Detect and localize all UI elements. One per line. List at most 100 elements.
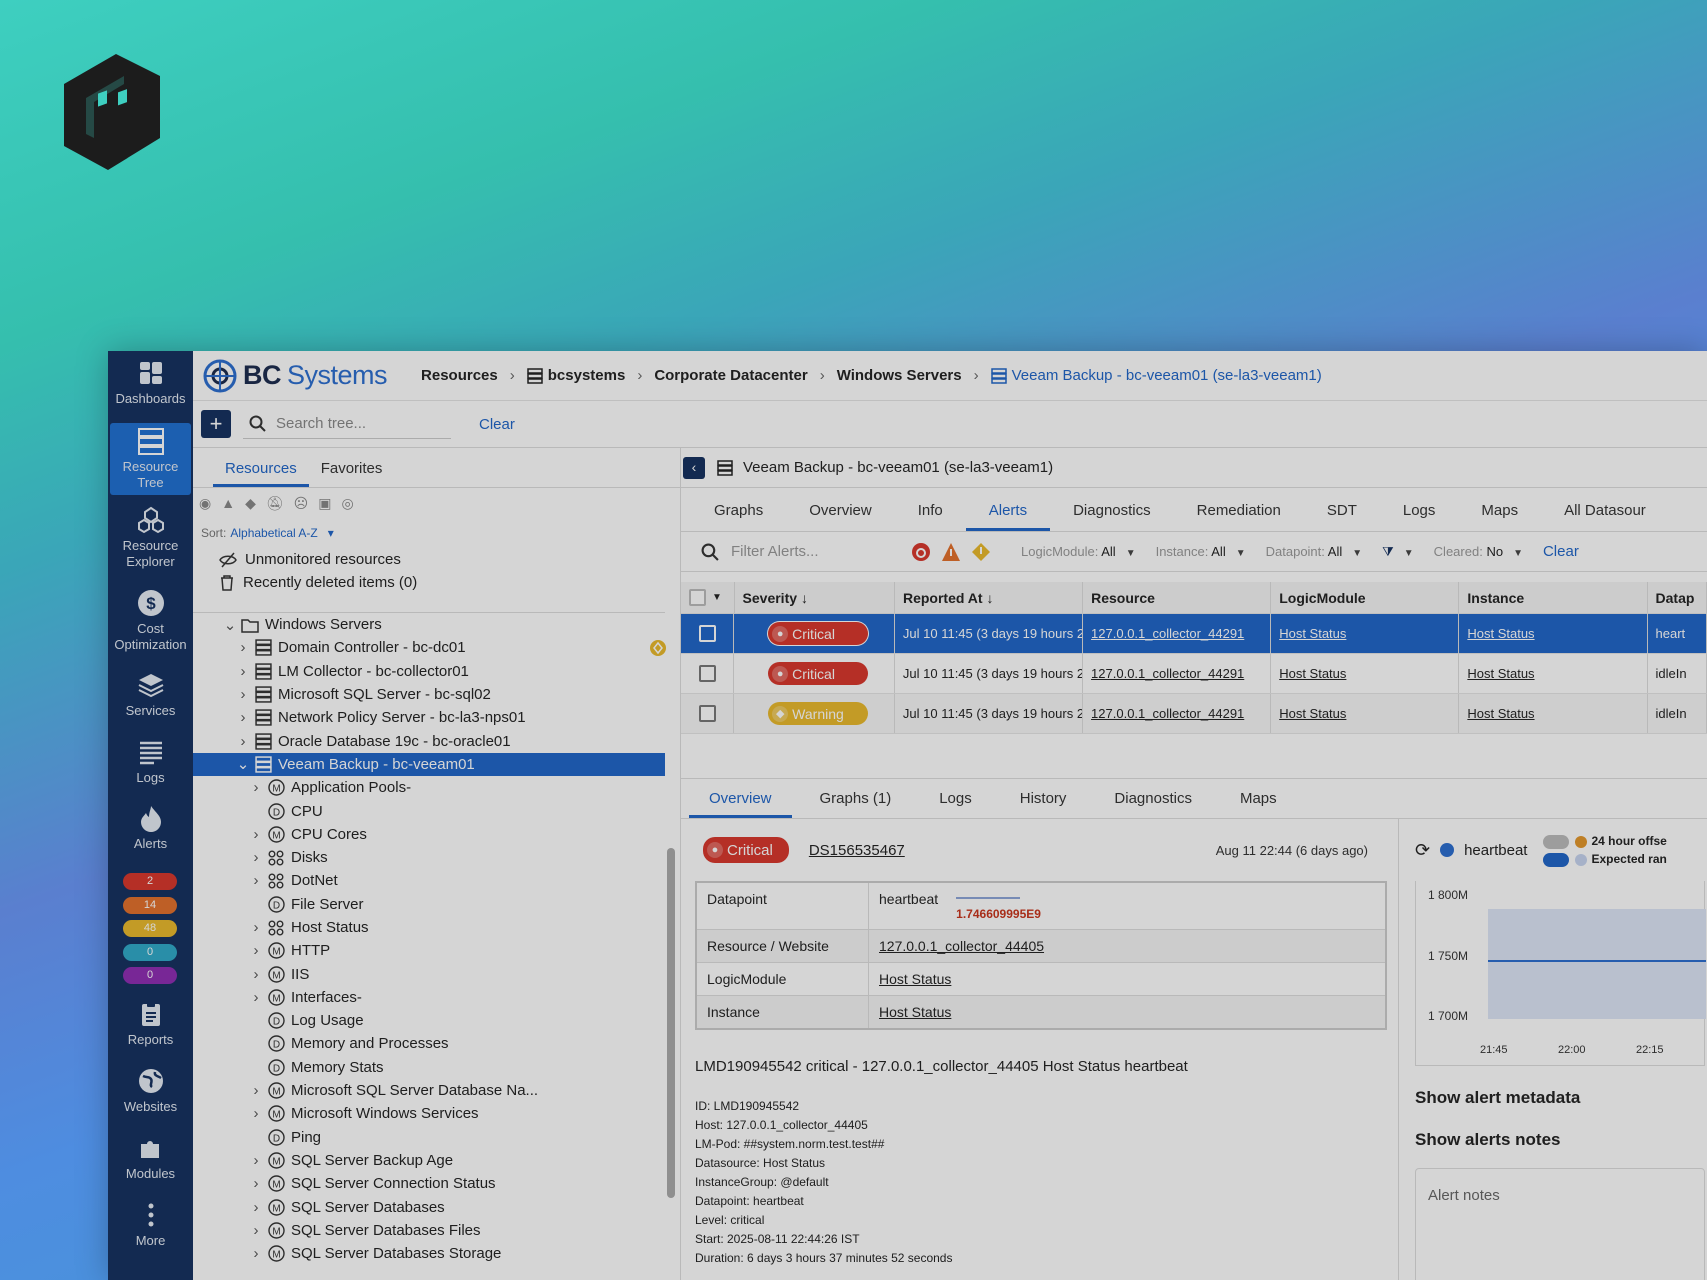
property-value-link[interactable]: 127.0.0.1_collector_44405	[869, 930, 1385, 962]
tree-search[interactable]: Search tree...	[243, 409, 451, 439]
chevron-right-icon[interactable]: ›	[249, 1199, 263, 1216]
tree-node[interactable]: › M SQL Server Connection Status	[193, 1172, 665, 1195]
nav-dollar[interactable]: $ Cost Optimization	[110, 589, 191, 653]
chevron-right-icon[interactable]: ›	[236, 663, 250, 680]
show-alert-notes-link[interactable]: Show alerts notes	[1415, 1130, 1707, 1150]
detail-tab-diagnostics[interactable]: Diagnostics	[1094, 779, 1212, 818]
alert-count-badge[interactable]: 0	[123, 967, 177, 984]
error-filter-icon[interactable]: ◆	[245, 495, 256, 512]
advanced-filter-button[interactable]: ⧩ ▼	[1382, 544, 1414, 560]
offset-toggle[interactable]	[1543, 834, 1570, 849]
tree-node[interactable]: › M SQL Server Databases Storage	[193, 1242, 665, 1265]
module-cell[interactable]: Host Status	[1271, 694, 1460, 733]
chevron-right-icon[interactable]: ›	[249, 1222, 263, 1239]
chevron-down-icon[interactable]: ⌄	[236, 755, 250, 773]
nav-logs[interactable]: Logs	[110, 738, 191, 786]
error-severity-toggle-icon[interactable]	[941, 542, 961, 562]
row-checkbox[interactable]	[698, 625, 716, 642]
refresh-icon[interactable]: ⟳	[1415, 840, 1430, 861]
nav-resource-explorer[interactable]: Resource Explorer	[110, 506, 191, 570]
tab-maps[interactable]: Maps	[1458, 488, 1541, 531]
nav-flame[interactable]: Alerts	[110, 804, 191, 852]
instance-cell[interactable]: Host Status	[1459, 694, 1648, 733]
property-value-link[interactable]: Host Status	[869, 963, 1385, 995]
column-header[interactable]: Instance	[1459, 582, 1648, 613]
breadcrumb-current[interactable]: Veeam Backup - bc-veeam01 (se-la3-veeam1…	[1012, 367, 1322, 384]
module-link[interactable]: Host Status	[1279, 626, 1346, 641]
sort-arrow-icon[interactable]: ↓	[987, 590, 994, 606]
chevron-right-icon[interactable]: ›	[249, 1245, 263, 1262]
resource-link[interactable]: 127.0.0.1_collector_44291	[1091, 666, 1244, 681]
tab-diagnostics[interactable]: Diagnostics	[1050, 488, 1174, 531]
detail-tab-maps[interactable]: Maps	[1220, 779, 1297, 818]
tab-graphs[interactable]: Graphs	[691, 488, 786, 531]
instance-link[interactable]: Host Status	[1467, 706, 1534, 721]
chevron-right-icon[interactable]: ›	[249, 1152, 263, 1169]
nav-dashboard[interactable]: Dashboards	[110, 359, 191, 407]
nav-resource-tree[interactable]: Resource Tree	[110, 423, 191, 495]
tree-node[interactable]: ⌄ Veeam Backup - bc-veeam01	[193, 752, 665, 777]
tab-resources[interactable]: Resources	[213, 448, 309, 487]
property-value-link[interactable]: Host Status	[869, 996, 1385, 1028]
tree-node[interactable]: › DotNet	[193, 869, 665, 892]
column-header[interactable]: Reported At ↓	[895, 582, 1084, 613]
tree-node[interactable]: › M IIS	[193, 962, 665, 985]
tree-node[interactable]: › M HTTP	[193, 939, 665, 962]
chevron-right-icon[interactable]: ›	[249, 849, 263, 866]
brand-logo[interactable]: BC Systems	[203, 359, 388, 393]
tree-node[interactable]: › Oracle Database 19c - bc-oracle01	[193, 729, 665, 752]
module-cell[interactable]: Host Status	[1271, 614, 1460, 653]
alert-count-badge[interactable]: 0	[123, 943, 177, 961]
alert-count-badge[interactable]: 2	[123, 873, 177, 890]
detail-tab-logs[interactable]: Logs	[919, 779, 992, 818]
chevron-right-icon[interactable]: ›	[236, 686, 250, 703]
tree-node[interactable]: D File Server	[193, 893, 665, 916]
column-header[interactable]: Datap	[1648, 582, 1707, 613]
chevron-right-icon[interactable]: ›	[236, 639, 250, 656]
expected-range-toggle[interactable]	[1543, 852, 1570, 867]
tree-node[interactable]: › M Microsoft Windows Services	[193, 1102, 665, 1125]
chevron-right-icon[interactable]: ›	[249, 966, 263, 983]
detail-tab-graphs-1[interactable]: Graphs (1)	[800, 779, 912, 818]
column-header[interactable]: Severity ↓	[735, 582, 895, 613]
tree-node[interactable]: D CPU	[193, 799, 665, 822]
tree-node[interactable]: › Microsoft SQL Server - bc-sql02	[193, 683, 665, 706]
recently-deleted[interactable]: Recently deleted items (0)	[193, 571, 680, 594]
tab-alerts[interactable]: Alerts	[965, 488, 1051, 531]
chevron-right-icon[interactable]: ›	[236, 709, 250, 726]
resource-link[interactable]: 127.0.0.1_collector_44291	[1091, 626, 1244, 641]
tab-info[interactable]: Info	[895, 488, 966, 531]
datapoint-filter[interactable]: Datapoint: All ▼	[1266, 544, 1363, 559]
tree-node[interactable]: › M Microsoft SQL Server Database Na...	[193, 1079, 665, 1102]
instance-link[interactable]: Host Status	[1467, 666, 1534, 681]
chevron-right-icon[interactable]: ›	[249, 919, 263, 936]
alert-id-link[interactable]: DS156535467	[809, 842, 905, 859]
tab-remediation[interactable]: Remediation	[1174, 488, 1304, 531]
tree-node[interactable]: › M CPU Cores	[193, 823, 665, 846]
detail-tab-overview[interactable]: Overview	[689, 779, 792, 818]
alert-filter-clear-button[interactable]: Clear	[1543, 543, 1579, 560]
chevron-right-icon[interactable]: ›	[236, 733, 250, 750]
tree-node[interactable]: › M SQL Server Backup Age	[193, 1149, 665, 1172]
alert-notes-input[interactable]: Alert notes	[1415, 1168, 1705, 1280]
sdt-filter-icon[interactable]: ◎	[341, 495, 353, 512]
sort-arrow-icon[interactable]: ↓	[801, 590, 808, 606]
breadcrumb-windows-servers[interactable]: Windows Servers	[837, 367, 962, 384]
logicmodule-filter[interactable]: LogicModule: All ▼	[1021, 544, 1136, 559]
tab-overview[interactable]: Overview	[786, 488, 895, 531]
instance-cell[interactable]: Host Status	[1459, 614, 1648, 653]
tree-scrollbar[interactable]	[667, 848, 675, 1198]
module-link[interactable]: Host Status	[1279, 666, 1346, 681]
nav-layers[interactable]: Services	[110, 671, 191, 719]
chevron-right-icon[interactable]: ›	[249, 872, 263, 889]
muted-filter-icon[interactable]: 🔕︎	[266, 495, 284, 512]
alert-count-badge[interactable]: 48	[123, 920, 177, 937]
unmonitored-resources[interactable]: Unmonitored resources	[193, 548, 680, 571]
tab-logs[interactable]: Logs	[1380, 488, 1459, 531]
nav-puzzle[interactable]: Modules	[110, 1134, 191, 1182]
dead-filter-icon[interactable]: ☹︎	[294, 495, 309, 512]
warning-filter-icon[interactable]: ▲	[221, 495, 235, 511]
tree-node[interactable]: › M Interfaces-	[193, 986, 665, 1009]
module-link[interactable]: Host Status	[1279, 706, 1346, 721]
row-select-cell[interactable]	[681, 694, 735, 733]
